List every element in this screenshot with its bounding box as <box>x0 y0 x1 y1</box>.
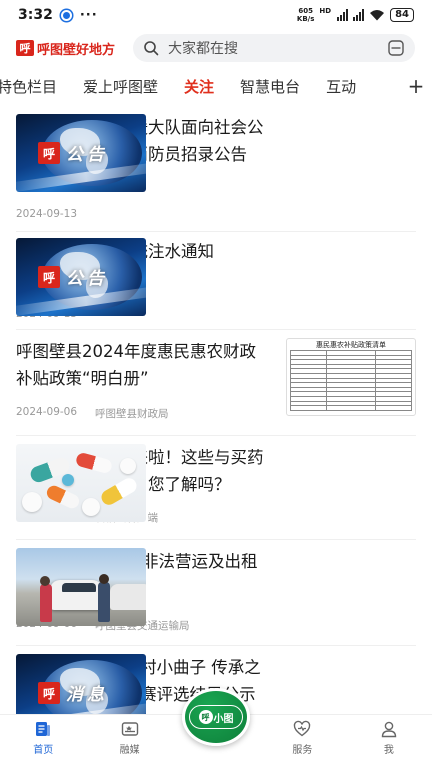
thumb-badge: 呼 <box>38 682 60 704</box>
news-thumbnail <box>16 548 146 626</box>
news-source: 呼图壁县财政局 <box>95 408 169 420</box>
search-input[interactable]: 大家都在搜 <box>168 38 387 58</box>
status-bar: 3:32 ··· 605 KB/s HD 84 <box>0 0 432 30</box>
news-meta: 2024-09-13 <box>16 208 77 220</box>
app-notification-icon <box>60 9 72 21</box>
assistant-badge: 呼 <box>198 710 213 724</box>
nav-me[interactable]: 我 <box>346 715 432 758</box>
news-item[interactable]: 呼图壁县供暖系统注水通知 2024-09-13 呼 公告 <box>16 238 416 330</box>
news-thumbnail <box>16 444 146 522</box>
thumb-badge: 呼 <box>38 266 60 288</box>
network-speed: 605 KB/s <box>296 7 315 23</box>
news-item[interactable]: 呼图壁县2024年度惠民惠农财政补贴政策“明白册” 2024-09-06 呼图壁… <box>16 338 416 436</box>
assistant-text: 小图 <box>213 713 234 725</box>
media-icon <box>121 722 138 736</box>
heart-icon <box>294 720 311 737</box>
tab-love-hutubi[interactable]: 爱上呼图壁 <box>70 76 171 97</box>
tab-follow[interactable]: 关注 <box>171 76 227 97</box>
home-document-icon <box>36 722 51 736</box>
search-icon <box>144 41 159 56</box>
news-thumbnail: 呼 公告 <box>16 238 146 316</box>
scan-icon[interactable] <box>387 39 405 57</box>
news-thumbnail: 呼 公告 <box>16 114 146 192</box>
add-channel-button[interactable]: + <box>400 70 432 102</box>
news-meta: 2024-09-06 呼图壁县财政局 <box>16 406 169 421</box>
news-date: 2024-09-13 <box>16 208 78 220</box>
thumb-badge: 呼 <box>38 142 60 164</box>
news-thumbnail: 惠民惠农补贴政策清单 <box>286 338 416 416</box>
app-logo[interactable]: 呼 呼图壁好地方 <box>16 39 115 58</box>
assistant-fab-button[interactable]: 呼 小图 <box>182 688 250 746</box>
news-title: 呼图壁县2024年度惠民惠农财政补贴政策“明白册” <box>16 342 256 388</box>
thumb-word: 公告 <box>66 269 108 289</box>
user-icon <box>381 721 397 738</box>
logo-icon: 呼 <box>16 40 34 56</box>
search-bar[interactable]: 大家都在搜 <box>133 34 416 62</box>
tab-featured[interactable]: 特色栏目 <box>0 76 70 97</box>
app-header: 呼 呼图壁好地方 大家都在搜 <box>0 30 432 66</box>
news-item[interactable]: 药品安全宣传周来啦！这些与买药相关的法律问题，您了解吗？ 2024-09-06 … <box>16 444 416 540</box>
battery-indicator: 84 <box>390 8 414 22</box>
tab-smart-radio[interactable]: 智慧电台 <box>227 76 313 97</box>
tab-interact[interactable]: 互动 <box>313 76 369 97</box>
thumb-word: 公告 <box>66 145 108 165</box>
assistant-fab-label: 呼 小图 <box>189 705 243 729</box>
nav-label: 服务 <box>292 745 313 756</box>
signal-icon-2 <box>353 9 365 21</box>
nav-media[interactable]: 融媒 <box>86 715 172 758</box>
nav-service[interactable]: 服务 <box>259 715 345 758</box>
news-date: 2024-09-06 <box>16 406 78 418</box>
more-notifications-icon: ··· <box>79 7 98 23</box>
wifi-icon <box>370 10 385 21</box>
news-item[interactable]: 呼图壁县曝光8起非法营运及出租车 违法违规案件 2024-09-06 呼图壁县交… <box>16 548 416 646</box>
logo-text: 呼图壁好地方 <box>37 42 116 58</box>
thumb-doc-title: 惠民惠农补贴政策清单 <box>316 341 386 349</box>
status-time: 3:32 <box>18 7 53 23</box>
signal-icon <box>337 9 349 21</box>
hd-label: HD <box>319 7 332 15</box>
nav-label: 首页 <box>33 745 54 756</box>
channel-tabs: 特色栏目 爱上呼图壁 关注 智慧电台 互动 + <box>0 70 432 102</box>
system-nav-area <box>0 758 432 768</box>
news-item[interactable]: 呼图壁县消防救援大队面向社会公开招聘政府专职消防员招录公告 2024-09-13… <box>16 114 416 232</box>
nav-label: 融媒 <box>119 745 140 756</box>
thumb-doc-table <box>289 350 413 411</box>
nav-home[interactable]: 首页 <box>0 715 86 758</box>
thumb-word: 消息 <box>66 685 108 705</box>
nav-label: 我 <box>383 745 394 756</box>
